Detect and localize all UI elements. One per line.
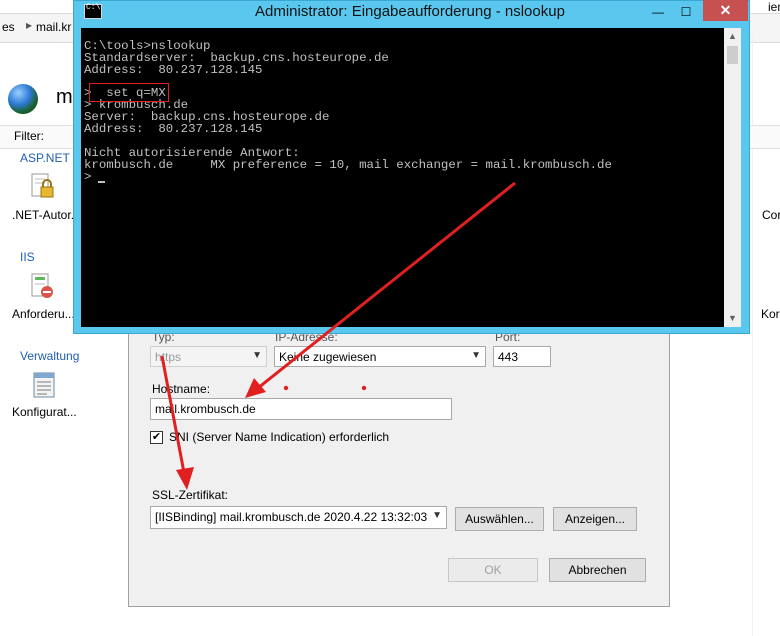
chevron-down-icon: ▼ (471, 350, 481, 361)
breadcrumb-separator-icon: ▸ (26, 18, 33, 32)
group-header-iis: IIS (20, 250, 35, 264)
close-button[interactable]: ✕ (703, 0, 748, 21)
breadcrumb-item-site[interactable]: mail.kr (36, 20, 71, 34)
feature-label-fragment[interactable]: Kor (761, 307, 780, 321)
port-input[interactable]: 443 (493, 346, 551, 367)
ok-button[interactable]: OK (448, 558, 538, 582)
hostname-input-value: mail.krombusch.de (155, 402, 256, 416)
authorization-lock-icon[interactable] (28, 172, 56, 200)
group-header-verwaltung: Verwaltung (20, 349, 80, 363)
panel-fragment-text: iens (768, 0, 780, 14)
scroll-up-arrow-icon[interactable]: ▲ (724, 28, 741, 45)
console-line: krombusch.de MX preference = 10, mail ex… (84, 158, 612, 172)
type-select-value: https (155, 350, 182, 364)
vertical-scrollbar[interactable] (724, 28, 741, 327)
port-input-value: 443 (498, 350, 519, 364)
sni-checkbox[interactable]: ✔ (150, 431, 163, 444)
filter-label: Filter: (14, 129, 44, 143)
configuration-editor-icon[interactable] (30, 371, 58, 399)
ssl-certificate-select[interactable]: [IISBinding] mail.krombusch.de 2020.4.22… (150, 506, 447, 529)
sni-checkbox-label[interactable]: SNI (Server Name Indication) erforderlic… (169, 430, 389, 444)
console-app-icon-text: C:\ (86, 3, 101, 12)
console-line: Address: 80.237.128.145 (84, 122, 263, 136)
chevron-down-icon: ▼ (432, 510, 442, 521)
hostname-label: Hostname: (152, 382, 211, 396)
ip-address-select[interactable]: Keine zugewiesen ▼ (274, 346, 486, 367)
scroll-down-arrow-icon[interactable]: ▼ (724, 310, 741, 327)
view-certificate-button[interactable]: Anzeigen... (553, 507, 637, 531)
page-title: m (56, 86, 73, 108)
console-line: Address: 80.237.128.145 (84, 63, 263, 77)
type-select[interactable]: https ▼ (150, 346, 267, 367)
ip-address-select-value: Keine zugewiesen (279, 350, 377, 364)
annotation-highlight-box (89, 83, 169, 102)
hostname-input[interactable]: mail.krombusch.de (150, 398, 452, 420)
text-cursor (98, 181, 105, 183)
cancel-button[interactable]: Abbrechen (549, 558, 646, 582)
chevron-down-icon: ▼ (252, 350, 262, 361)
breadcrumb-item[interactable]: es (2, 20, 15, 34)
window-title: Administrator: Eingabeaufforderung - nsl… (255, 3, 565, 20)
maximize-button[interactable]: ☐ (674, 4, 698, 20)
minimize-button[interactable]: — (646, 4, 670, 20)
close-icon: ✕ (719, 2, 732, 18)
request-filter-icon[interactable] (28, 272, 56, 300)
console-prompt: > (84, 170, 92, 184)
feature-label-request-filtering[interactable]: Anforderu... (12, 307, 75, 321)
globe-icon (8, 84, 38, 114)
ssl-certificate-select-value: [IISBinding] mail.krombusch.de 2020.4.22… (155, 510, 428, 524)
group-header-aspnet: ASP.NET (20, 151, 70, 165)
feature-label-configuration-editor[interactable]: Konfigurat... (12, 405, 77, 419)
select-certificate-button[interactable]: Auswählen... (455, 507, 544, 531)
feature-label-net-authorization[interactable]: .NET-Autor... (12, 208, 81, 222)
feature-label-fragment[interactable]: Cor (762, 208, 780, 222)
scrollbar-thumb[interactable] (727, 46, 738, 64)
ssl-certificate-label: SSL-Zertifikat: (152, 488, 229, 502)
console-app-icon: C:\ (84, 3, 102, 19)
